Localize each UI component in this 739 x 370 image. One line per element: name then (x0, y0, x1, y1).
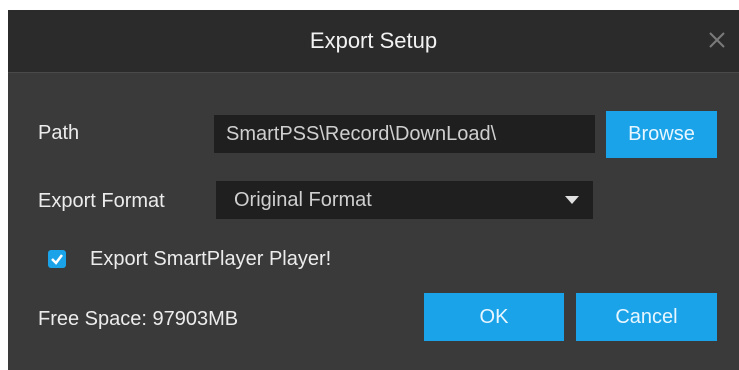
path-field[interactable]: SmartPSS\Record\DownLoad\ (214, 115, 595, 153)
dialog-titlebar: Export Setup (8, 10, 739, 73)
dialog-title: Export Setup (309, 28, 438, 53)
export-format-select[interactable]: Original Format (216, 181, 593, 219)
free-space-text: Free Space: 97903MB (38, 308, 239, 330)
path-label: Path (38, 122, 80, 144)
export-player-checkbox[interactable] (48, 250, 66, 268)
export-player-label[interactable]: Export SmartPlayer Player! (90, 248, 331, 271)
browse-button[interactable]: Browse (606, 111, 717, 158)
export-format-value: Original Format (234, 189, 372, 211)
checkmark-icon (51, 254, 63, 265)
cancel-button[interactable]: Cancel (576, 293, 717, 341)
ok-button[interactable]: OK (424, 293, 564, 341)
close-icon[interactable] (705, 28, 729, 52)
path-value: SmartPSS\Record\DownLoad\ (226, 123, 497, 145)
caret-down-icon (565, 196, 579, 204)
close-icon-glyph (709, 32, 725, 48)
export-setup-dialog: Export Setup Path SmartPSS\Record\DownLo… (8, 10, 739, 370)
export-format-label: Export Format (38, 190, 165, 212)
